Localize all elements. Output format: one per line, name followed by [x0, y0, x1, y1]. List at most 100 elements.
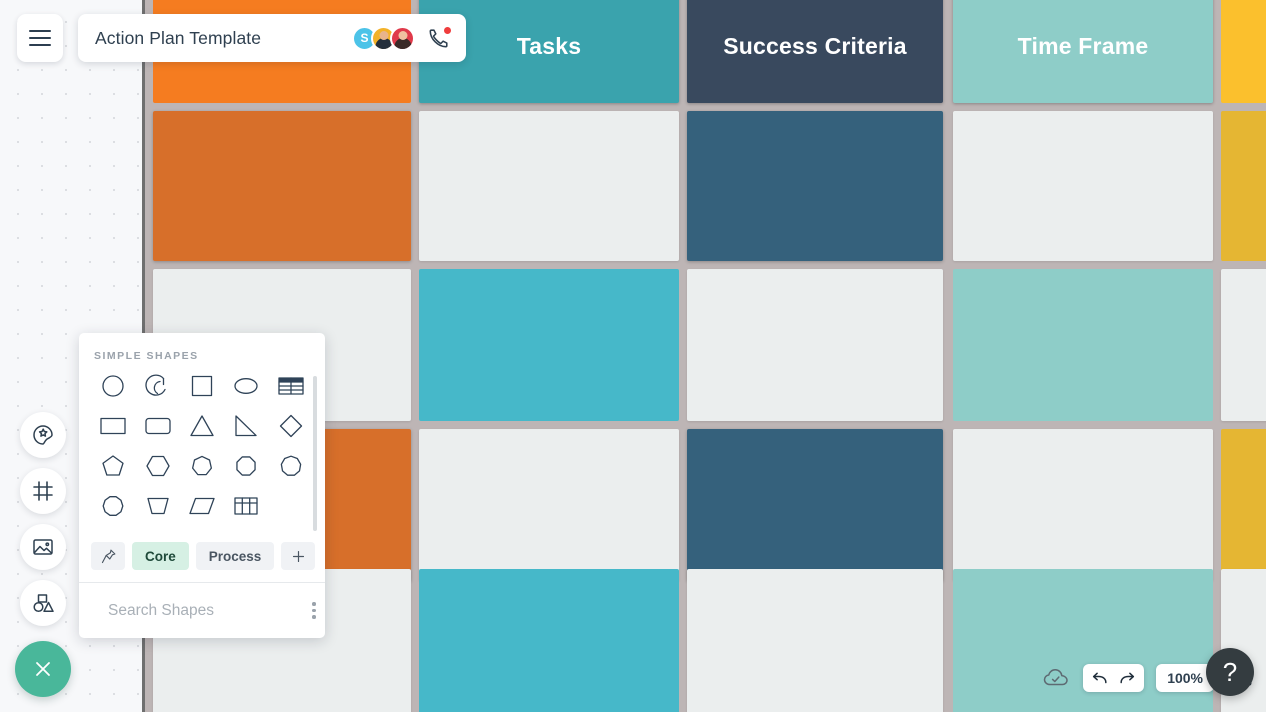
heptagon-shape-icon	[191, 455, 212, 476]
board-cell[interactable]	[419, 429, 679, 581]
board-cell-fill	[687, 569, 943, 712]
ellipse-shape-icon	[234, 378, 259, 394]
whiteboard-app: Tasks Success Criteria Time Frame Action P…	[0, 0, 1266, 712]
board-cell-fill	[153, 111, 411, 261]
kebab-dot	[312, 608, 316, 613]
right-triangle-shape-icon	[235, 415, 258, 437]
board-cell[interactable]	[1221, 429, 1266, 581]
frame-icon	[33, 481, 53, 501]
board-cell[interactable]	[419, 111, 679, 261]
board-cell-fill	[953, 111, 1213, 261]
undo-redo-group	[1083, 664, 1145, 692]
sticker-star-button[interactable]	[20, 412, 66, 458]
shapes-panel: SIMPLE SHAPES Core Process	[79, 333, 325, 638]
document-title-bar: Action Plan Template S	[78, 14, 466, 62]
tab-core[interactable]: Core	[132, 542, 189, 570]
board-cell[interactable]	[687, 429, 943, 581]
shapes-button[interactable]	[20, 580, 66, 626]
board-header-cell[interactable]: Success Criteria	[687, 0, 943, 103]
undo-button[interactable]	[1090, 669, 1109, 688]
circle-shape[interactable]	[91, 372, 135, 400]
ellipse-shape[interactable]	[224, 372, 268, 400]
board-cell[interactable]	[953, 269, 1213, 421]
arc-shape-icon	[145, 374, 166, 396]
board-header-label: Tasks	[516, 33, 582, 59]
board-header-label: Success Criteria	[723, 33, 907, 59]
kebab-dot	[312, 615, 316, 619]
rounded-rectangle-shape-icon	[144, 417, 171, 435]
sticker-star-icon	[33, 425, 53, 445]
board-header-cell[interactable]	[1221, 0, 1266, 103]
octagon-shape[interactable]	[224, 452, 268, 480]
hamburger-menu-button[interactable]	[17, 14, 63, 62]
board-cell[interactable]	[419, 569, 679, 712]
close-toolbar-button[interactable]	[15, 641, 71, 697]
frame-button[interactable]	[20, 468, 66, 514]
trapezoid-shape[interactable]	[135, 492, 179, 520]
avatar[interactable]	[390, 25, 415, 51]
triangle-shape[interactable]	[180, 412, 224, 440]
cloud-saved-icon	[1043, 669, 1068, 686]
redo-icon	[1120, 672, 1135, 683]
avatar-initial: S	[360, 31, 369, 45]
board-cell-fill: Time Frame	[953, 0, 1213, 103]
board-cell[interactable]	[419, 269, 679, 421]
rectangle-shape[interactable]	[91, 412, 135, 440]
cloud-saved-button[interactable]	[1043, 667, 1071, 689]
help-button[interactable]: ?	[1206, 648, 1254, 696]
kebab-menu-icon[interactable]	[308, 598, 320, 623]
arc-shape[interactable]	[135, 372, 179, 400]
board-cell[interactable]	[1221, 111, 1266, 261]
octagon-shape-icon	[236, 456, 257, 476]
right-triangle-shape[interactable]	[224, 412, 268, 440]
redo-button[interactable]	[1118, 669, 1137, 688]
board-cell-fill	[1221, 111, 1266, 261]
board-cell-fill	[419, 269, 679, 421]
board-cell-fill	[419, 569, 679, 712]
square-shape[interactable]	[180, 372, 224, 400]
tab-process[interactable]: Process	[195, 542, 275, 570]
pin-tab-button[interactable]	[91, 542, 125, 570]
table-shape[interactable]	[224, 492, 268, 520]
shape-search-row	[79, 583, 325, 638]
heptagon-shape[interactable]	[180, 452, 224, 480]
board-cell[interactable]	[1221, 269, 1266, 421]
pentagon-shape[interactable]	[91, 452, 135, 480]
hamburger-icon-line	[29, 37, 51, 39]
striped-table-shape[interactable]	[269, 372, 313, 400]
rounded-rectangle-shape[interactable]	[135, 412, 179, 440]
board-cell[interactable]	[687, 569, 943, 712]
phone-call-button[interactable]	[426, 25, 452, 51]
board-cell-fill	[1221, 0, 1266, 103]
triangle-shape-icon	[190, 415, 214, 437]
striped-table-shape-icon	[278, 377, 304, 395]
parallelogram-shape[interactable]	[180, 492, 224, 520]
board-header-label: Time Frame	[1017, 33, 1149, 59]
board-cell-fill	[953, 429, 1213, 581]
collaborator-avatars: S	[352, 25, 415, 51]
hexagon-shape[interactable]	[135, 452, 179, 480]
board-cell[interactable]	[953, 429, 1213, 581]
nonagon-shape-icon	[280, 455, 302, 476]
board-cell[interactable]	[687, 269, 943, 421]
board-cell-fill	[419, 429, 679, 581]
board-cell[interactable]	[153, 111, 411, 261]
board-cell[interactable]	[953, 111, 1213, 261]
page-title[interactable]: Action Plan Template	[95, 28, 352, 49]
board-header-cell[interactable]: Time Frame	[953, 0, 1213, 103]
shapes-panel-scrollbar[interactable]	[313, 376, 317, 531]
left-toolbar	[20, 412, 66, 626]
add-category-button[interactable]	[281, 542, 316, 570]
search-input[interactable]	[108, 601, 308, 620]
diamond-shape[interactable]	[269, 412, 313, 440]
board-cell-fill: Success Criteria	[687, 0, 943, 103]
decagon-shape[interactable]	[91, 492, 135, 520]
hamburger-icon-line	[29, 30, 51, 32]
notification-dot	[443, 26, 452, 35]
square-shape-icon	[191, 375, 213, 397]
shape-category-tabs: Core Process	[91, 542, 316, 570]
shape-grid	[91, 372, 313, 520]
board-cell[interactable]	[687, 111, 943, 261]
nonagon-shape[interactable]	[269, 452, 313, 480]
image-button[interactable]	[20, 524, 66, 570]
